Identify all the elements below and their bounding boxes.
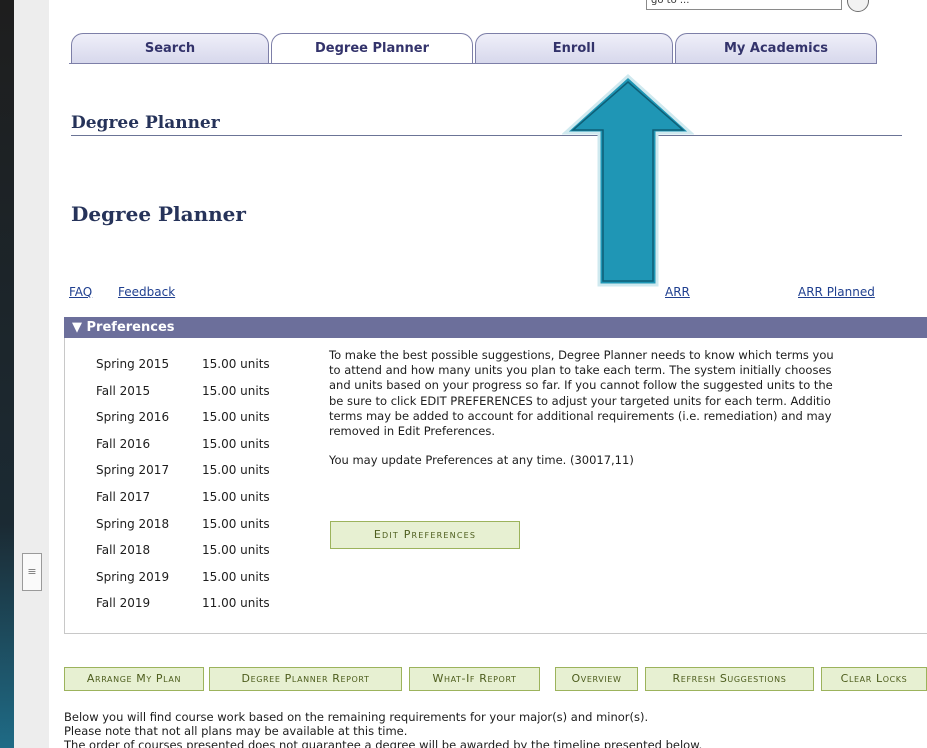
title-divider: [71, 135, 902, 136]
info-line: and units based on your progress so far.…: [329, 378, 833, 393]
term-units: 15.00 units: [202, 489, 270, 504]
term-units: 15.00 units: [202, 410, 270, 425]
feedback-link[interactable]: Feedback: [118, 285, 175, 299]
info-line: be sure to click EDIT PREFERENCES to adj…: [329, 393, 831, 408]
term-name: Spring 2018: [96, 516, 170, 531]
info-line: To make the best possible suggestions, D…: [329, 348, 834, 362]
term-units: 15.00 units: [202, 543, 270, 558]
term-units: 15.00 units: [202, 516, 270, 531]
term-name: Spring 2016: [96, 410, 170, 425]
tab-degree-planner[interactable]: Degree Planner: [271, 33, 473, 64]
preferences-title: Preferences: [86, 320, 175, 335]
degree-planner-report-button[interactable]: Degree Planner Report: [209, 667, 402, 691]
tab-baseline: [69, 63, 877, 64]
instructions-text: Below you will find course work based on…: [64, 710, 924, 748]
page-content: go to ... Search Degree Planner Enroll M…: [49, 0, 927, 748]
overview-button[interactable]: Overview: [555, 667, 638, 691]
page-title: Degree Planner: [71, 113, 220, 133]
what-if-report-button[interactable]: What-If Report: [409, 667, 540, 691]
up-arrow-annotation-icon: [562, 73, 694, 287]
term-units: 15.00 units: [202, 383, 270, 398]
instruction-line: The order of courses presented does not …: [64, 738, 703, 748]
term-units: 15.00 units: [202, 357, 270, 371]
arr-planned-link[interactable]: ARR Planned: [798, 285, 875, 299]
tab-search[interactable]: Search: [71, 33, 269, 63]
edit-preferences-button[interactable]: Edit Preferences: [330, 521, 520, 549]
term-units: 11.00 units: [202, 596, 270, 611]
term-name: Fall 2017: [96, 489, 151, 504]
info-line: to attend and how many units you plan to…: [329, 363, 832, 378]
info-line: removed in Edit Preferences.: [329, 424, 495, 439]
term-units: 15.00 units: [202, 463, 270, 478]
window-chrome-left: [0, 0, 14, 748]
instruction-line: Below you will find course work based on…: [64, 710, 649, 724]
section-heading: Degree Planner: [71, 202, 246, 226]
faq-link[interactable]: FAQ: [69, 285, 92, 299]
collapse-triangle-icon: ▼: [72, 320, 82, 335]
term-name: Fall 2016: [96, 436, 151, 451]
term-units: 15.00 units: [202, 436, 270, 451]
term-name: Spring 2017: [96, 463, 170, 478]
panel-toggle-handle[interactable]: ≡: [22, 553, 42, 591]
update-note: You may update Preferences at any time. …: [329, 453, 634, 468]
instruction-line: Please note that not all plans may be av…: [64, 724, 408, 739]
term-name: Spring 2015: [96, 357, 170, 371]
tab-my-academics[interactable]: My Academics: [675, 33, 877, 63]
arrange-my-plan-button[interactable]: Arrange My Plan: [64, 667, 204, 691]
term-units: 15.00 units: [202, 569, 270, 584]
tab-enroll[interactable]: Enroll: [475, 33, 673, 63]
goto-input[interactable]: go to ...: [646, 0, 842, 10]
term-name: Fall 2015: [96, 383, 151, 398]
refresh-suggestions-button[interactable]: Refresh Suggestions: [645, 667, 814, 691]
info-line: terms may be added to account for additi…: [329, 408, 832, 423]
term-name: Spring 2019: [96, 569, 170, 584]
clear-locks-button[interactable]: Clear Locks: [821, 667, 927, 691]
preferences-info: To make the best possible suggestions, D…: [329, 348, 927, 468]
side-panel-strip: [14, 0, 49, 748]
preferences-header[interactable]: ▼ Preferences: [64, 317, 927, 338]
term-name: Fall 2019: [96, 596, 151, 611]
goto-button[interactable]: [847, 0, 869, 12]
term-name: Fall 2018: [96, 543, 151, 558]
